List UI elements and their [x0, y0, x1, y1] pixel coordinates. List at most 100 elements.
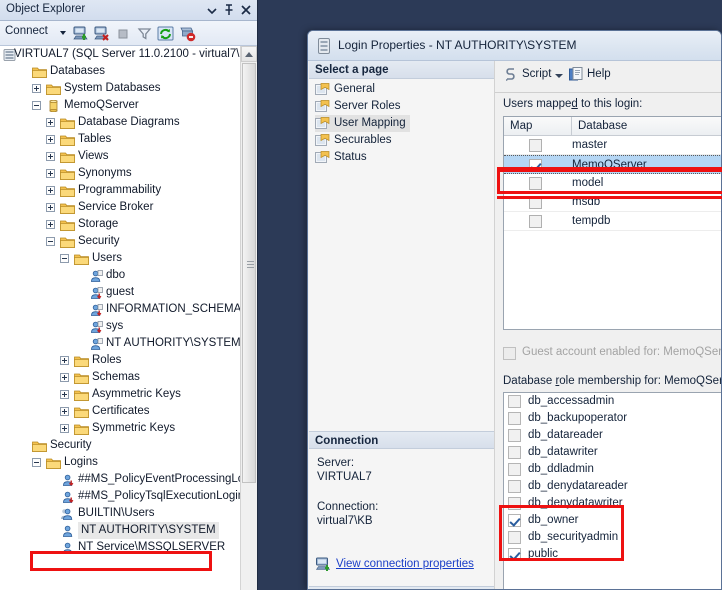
- tree-node[interactable]: Service Broker: [0, 199, 241, 216]
- close-icon[interactable]: [239, 3, 253, 17]
- role-row[interactable]: db_owner: [504, 512, 722, 529]
- role-row[interactable]: db_denydatareader: [504, 478, 722, 495]
- collapse-node-icon[interactable]: [60, 254, 69, 263]
- map-checkbox[interactable]: [529, 139, 542, 152]
- users-grid-row[interactable]: model: [504, 174, 722, 193]
- page-item-status[interactable]: Status: [315, 149, 371, 166]
- map-checkbox[interactable]: [529, 177, 542, 190]
- expand-node-icon[interactable]: [46, 118, 55, 127]
- tree-node[interactable]: dbo: [0, 267, 241, 284]
- tree-node[interactable]: System Databases: [0, 80, 241, 97]
- role-checkbox[interactable]: [508, 463, 521, 476]
- object-explorer-scrollbar[interactable]: [240, 46, 257, 590]
- tree-node[interactable]: Users: [0, 250, 241, 267]
- collapse-node-icon[interactable]: [32, 101, 41, 110]
- pin-icon[interactable]: [222, 3, 236, 17]
- collapse-node-icon[interactable]: [32, 458, 41, 467]
- script-icon[interactable]: [503, 67, 519, 83]
- expand-node-icon[interactable]: [60, 407, 69, 416]
- tree-node[interactable]: Synonyms: [0, 165, 241, 182]
- chevron-down-icon[interactable]: [205, 3, 219, 17]
- page-item-general[interactable]: General: [315, 81, 379, 98]
- connect-server-icon[interactable]: [73, 25, 90, 42]
- scroll-up-arrow-icon[interactable]: [241, 46, 257, 62]
- users-grid-row[interactable]: MemoQServer: [504, 155, 722, 174]
- tree-node[interactable]: Tables: [0, 131, 241, 148]
- tree-node[interactable]: NT AUTHORITY\SYSTEM: [0, 522, 241, 539]
- role-row[interactable]: db_datawriter: [504, 444, 722, 461]
- role-row[interactable]: db_securityadmin: [504, 529, 722, 546]
- tree-node[interactable]: Certificates: [0, 403, 241, 420]
- tree-node[interactable]: ##MS_PolicyEventProcessingLo: [0, 471, 241, 488]
- tree-node[interactable]: sys: [0, 318, 241, 335]
- expand-node-icon[interactable]: [46, 135, 55, 144]
- role-row[interactable]: db_datareader: [504, 427, 722, 444]
- role-checkbox[interactable]: [508, 412, 521, 425]
- expand-node-icon[interactable]: [60, 356, 69, 365]
- expand-node-icon[interactable]: [46, 220, 55, 229]
- role-row[interactable]: db_denydatawriter: [504, 495, 722, 512]
- tree-node[interactable]: Roles: [0, 352, 241, 369]
- page-item-user-mapping[interactable]: User Mapping: [315, 115, 410, 132]
- users-grid-row[interactable]: tempdb: [504, 212, 722, 231]
- tree-node[interactable]: guest: [0, 284, 241, 301]
- no-connection-icon[interactable]: [179, 25, 196, 42]
- role-checkbox[interactable]: [508, 480, 521, 493]
- tree-node[interactable]: BUILTIN\Users: [0, 505, 241, 522]
- role-checkbox[interactable]: [508, 531, 521, 544]
- column-header-map[interactable]: Map: [504, 117, 572, 135]
- tree-node[interactable]: Databases: [0, 63, 241, 80]
- map-checkbox[interactable]: [529, 215, 542, 228]
- help-button[interactable]: Help: [587, 68, 611, 80]
- scrollbar-thumb[interactable]: [242, 63, 256, 483]
- column-header-database[interactable]: Database: [572, 117, 722, 135]
- role-checkbox[interactable]: [508, 395, 521, 408]
- tree-node[interactable]: Database Diagrams: [0, 114, 241, 131]
- expand-node-icon[interactable]: [46, 169, 55, 178]
- expand-node-icon[interactable]: [46, 203, 55, 212]
- tree-node[interactable]: VIRTUAL7 (SQL Server 11.0.2100 - virtual…: [0, 46, 241, 63]
- tree-node[interactable]: Security: [0, 233, 241, 250]
- expand-node-icon[interactable]: [60, 390, 69, 399]
- map-checkbox[interactable]: [529, 159, 542, 172]
- role-row[interactable]: public: [504, 546, 722, 563]
- connect-dropdown-caret-icon[interactable]: [60, 31, 66, 35]
- expand-node-icon[interactable]: [46, 152, 55, 161]
- expand-node-icon[interactable]: [60, 373, 69, 382]
- tree-node[interactable]: ##MS_PolicyTsqlExecutionLogin: [0, 488, 241, 505]
- script-button[interactable]: Script: [522, 68, 551, 80]
- collapse-node-icon[interactable]: [46, 237, 55, 246]
- tree-node[interactable]: Symmetric Keys: [0, 420, 241, 437]
- tree-node[interactable]: NT AUTHORITY\SYSTEM: [0, 335, 241, 352]
- users-mapped-grid[interactable]: Map Database masterMemoQServermodelmsdbt…: [503, 116, 722, 330]
- script-dropdown-caret-icon[interactable]: [555, 74, 563, 78]
- tree-node[interactable]: Logins: [0, 454, 241, 471]
- role-checkbox[interactable]: [508, 548, 521, 561]
- connect-button[interactable]: Connect: [5, 25, 48, 37]
- filter-icon[interactable]: [136, 25, 153, 42]
- role-row[interactable]: db_backupoperator: [504, 410, 722, 427]
- page-item-securables[interactable]: Securables: [315, 132, 396, 149]
- refresh-icon[interactable]: [157, 25, 174, 42]
- expand-node-icon[interactable]: [46, 186, 55, 195]
- page-item-server-roles[interactable]: Server Roles: [315, 98, 404, 115]
- tree-node[interactable]: INFORMATION_SCHEMA: [0, 301, 241, 318]
- users-grid-row[interactable]: master: [504, 136, 722, 155]
- database-role-membership-list[interactable]: db_accessadmindb_backupoperatordb_datare…: [503, 392, 722, 590]
- expand-node-icon[interactable]: [32, 84, 41, 93]
- role-checkbox[interactable]: [508, 429, 521, 442]
- object-explorer-tree[interactable]: VIRTUAL7 (SQL Server 11.0.2100 - virtual…: [0, 46, 241, 590]
- tree-node[interactable]: Storage: [0, 216, 241, 233]
- view-connection-properties-link[interactable]: View connection properties: [336, 558, 474, 570]
- tree-node[interactable]: Views: [0, 148, 241, 165]
- role-checkbox[interactable]: [508, 446, 521, 459]
- role-row[interactable]: db_accessadmin: [504, 393, 722, 410]
- role-checkbox[interactable]: [508, 514, 521, 527]
- tree-node[interactable]: Schemas: [0, 369, 241, 386]
- tree-node[interactable]: MemoQServer: [0, 97, 241, 114]
- disconnect-server-icon[interactable]: [94, 25, 111, 42]
- tree-node[interactable]: Programmability: [0, 182, 241, 199]
- role-row[interactable]: db_ddladmin: [504, 461, 722, 478]
- tree-node[interactable]: Asymmetric Keys: [0, 386, 241, 403]
- dialog-titlebar[interactable]: Login Properties - NT AUTHORITY\SYSTEM: [308, 31, 721, 61]
